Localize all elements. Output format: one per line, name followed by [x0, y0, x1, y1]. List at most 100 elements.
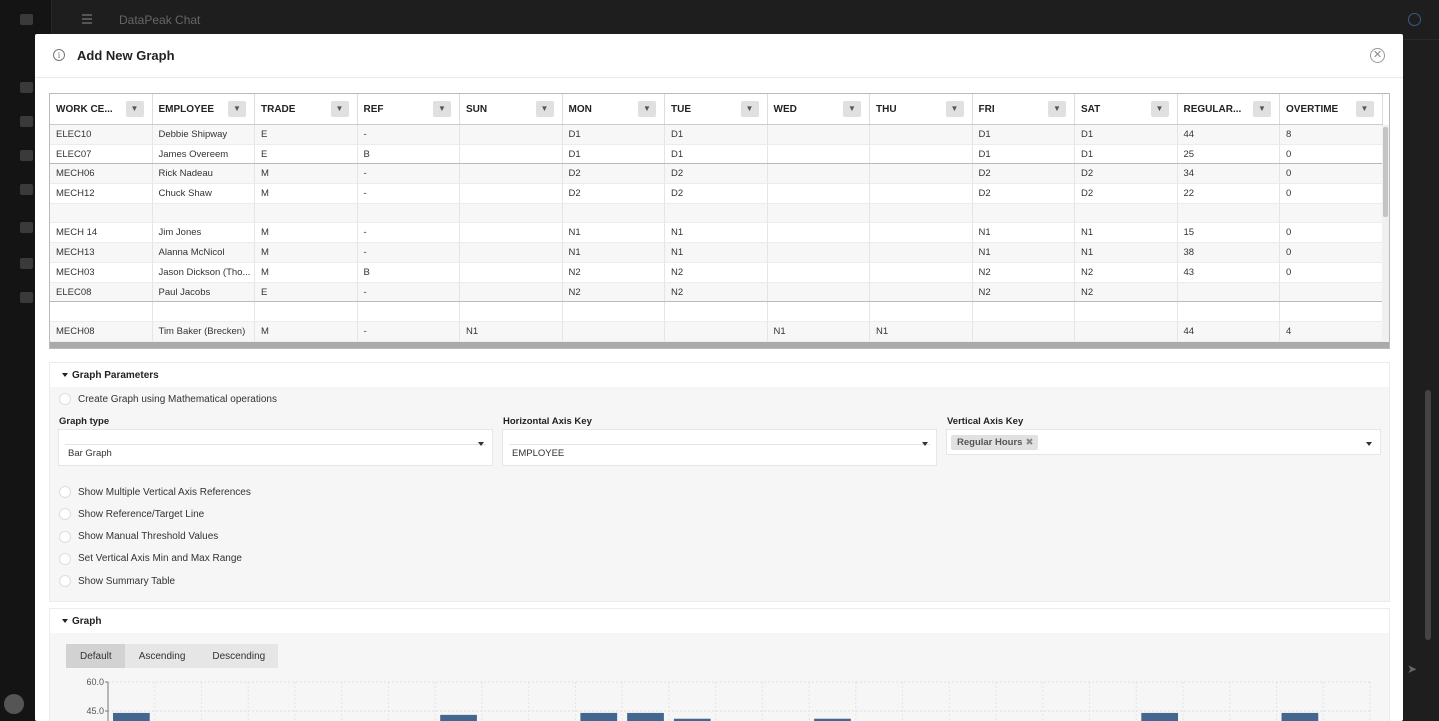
- option-checkbox[interactable]: [59, 486, 71, 498]
- table-row[interactable]: ELEC07 James Overeem E B D1 D1 D1 D1 25 0: [50, 144, 1383, 165]
- column-header[interactable]: WED ▼: [768, 94, 870, 124]
- filter-icon[interactable]: ▼: [638, 101, 656, 117]
- table-cell: N2: [1075, 282, 1178, 302]
- column-header[interactable]: TRADE ▼: [255, 94, 358, 124]
- math-ops-option[interactable]: Create Graph using Mathematical operatio…: [59, 393, 277, 405]
- table-cell: [870, 144, 973, 164]
- column-header-label: EMPLOYEE: [158, 104, 215, 115]
- column-header[interactable]: WORK CE... ▼: [50, 94, 153, 124]
- table-cell: B: [358, 262, 460, 282]
- filter-icon[interactable]: ▼: [1253, 101, 1271, 117]
- sort-default-button[interactable]: Default: [66, 644, 125, 668]
- table-cell: [563, 321, 665, 341]
- filter-icon[interactable]: ▼: [535, 101, 554, 117]
- table-cell: [50, 203, 153, 223]
- folder-icon: [20, 258, 33, 269]
- filter-icon[interactable]: ▼: [740, 101, 759, 117]
- table-cell: [665, 302, 768, 321]
- bar-chart: 60.0 45.0: [86, 677, 1371, 721]
- table-cell: N2: [665, 262, 768, 282]
- filter-icon[interactable]: ▼: [433, 101, 451, 117]
- table-cell: [768, 302, 870, 321]
- option-checkbox[interactable]: [59, 508, 71, 521]
- graph-option[interactable]: Show Summary Table: [59, 575, 175, 588]
- table-row[interactable]: MECH08 Tim Baker (Brecken) M - N1 N1 N1 44 4: [50, 321, 1383, 342]
- chip-remove-icon[interactable]: ✖: [1025, 437, 1033, 448]
- close-button[interactable]: ✕: [1370, 48, 1385, 63]
- graph-parameters-toggle[interactable]: Graph Parameters: [50, 363, 1389, 387]
- column-header[interactable]: SUN ▼: [460, 94, 563, 124]
- filter-icon[interactable]: ▼: [1355, 101, 1374, 117]
- table-row[interactable]: MECH 14 Jim Jones M - N1 N1 N1 N1 15 0: [50, 223, 1383, 244]
- filter-icon[interactable]: ▼: [1150, 101, 1169, 117]
- math-ops-checkbox[interactable]: [59, 393, 71, 405]
- close-icon: ✕: [1372, 49, 1383, 61]
- table-row[interactable]: ELEC08 Paul Jacobs E - N2 N2 N2 N2: [50, 282, 1383, 303]
- table-cell: M: [255, 321, 358, 341]
- layout-icon: [20, 184, 33, 195]
- horizontal-axis-select[interactable]: EMPLOYEE: [502, 429, 937, 466]
- column-header-label: REGULAR...: [1183, 104, 1242, 115]
- filter-icon[interactable]: ▼: [125, 101, 144, 117]
- option-checkbox[interactable]: [59, 552, 71, 565]
- table-cell: [153, 302, 255, 321]
- column-header[interactable]: MON ▼: [563, 94, 665, 124]
- table-row[interactable]: MECH03 Jason Dickson (Tho... M B N2 N2 N2 N2 43 0: [50, 262, 1383, 283]
- column-header[interactable]: SAT ▼: [1075, 94, 1178, 124]
- table-cell: [973, 302, 1075, 321]
- filter-icon[interactable]: ▼: [843, 101, 861, 117]
- filter-icon[interactable]: ▼: [330, 101, 349, 117]
- table-row[interactable]: [50, 302, 1383, 322]
- filter-icon[interactable]: ▼: [945, 101, 964, 117]
- column-header[interactable]: FRI ▼: [973, 94, 1075, 124]
- table-row[interactable]: ELEC10 Debbie Shipway E - D1 D1 D1 D1 44 8: [50, 125, 1383, 145]
- chevron-down-icon: [1366, 442, 1372, 446]
- filter-icon[interactable]: ▼: [228, 101, 246, 117]
- table-cell: Rick Nadeau: [153, 164, 255, 184]
- graph-option[interactable]: Show Multiple Vertical Axis References: [59, 486, 251, 498]
- table-cell: [768, 262, 870, 282]
- column-header[interactable]: EMPLOYEE ▼: [153, 94, 255, 124]
- table-row[interactable]: MECH13 Alanna McNicol M - N1 N1 N1 N1 38 0: [50, 243, 1383, 263]
- column-header[interactable]: TUE ▼: [665, 94, 768, 124]
- graph-type-select[interactable]: Bar Graph: [58, 429, 493, 466]
- table-cell: [358, 302, 460, 321]
- table-cell: [460, 223, 563, 243]
- table-row[interactable]: MECH06 Rick Nadeau M - D2 D2 D2 D2 34 0: [50, 164, 1383, 185]
- table-cell: Jim Jones: [153, 223, 255, 243]
- table-cell: -: [358, 184, 460, 203]
- grid-icon: [20, 116, 33, 127]
- grid-header-row: WORK CE... ▼ EMPLOYEE ▼ TRADE ▼ REF ▼ SUN ▼ MON ▼ TU…: [50, 94, 1383, 125]
- option-checkbox[interactable]: [59, 575, 71, 588]
- sort-descending-button[interactable]: Descending: [198, 644, 278, 668]
- sort-ascending-button[interactable]: Ascending: [125, 644, 199, 668]
- grid-vertical-scrollbar[interactable]: [1382, 125, 1389, 348]
- column-header[interactable]: REGULAR... ▼: [1178, 94, 1280, 124]
- column-header[interactable]: OVERTIME ▼: [1280, 94, 1383, 124]
- table-cell: MECH13: [50, 243, 153, 262]
- filter-icon[interactable]: ▼: [1048, 101, 1066, 117]
- y-tick-label: 45.0: [86, 706, 104, 716]
- table-cell: Tim Baker (Brecken): [153, 321, 255, 341]
- table-cell: [768, 203, 870, 223]
- table-cell: Jason Dickson (Tho...: [153, 262, 255, 282]
- table-row[interactable]: MECH12 Chuck Shaw M - D2 D2 D2 D2 22 0: [50, 184, 1383, 204]
- background-app-title: DataPeak Chat: [119, 13, 201, 27]
- table-row[interactable]: [50, 203, 1383, 224]
- table-cell: D2: [1075, 184, 1178, 203]
- grid-horizontal-scrollbar[interactable]: [50, 342, 1389, 348]
- vertical-axis-select[interactable]: Regular Hours ✖: [946, 429, 1381, 455]
- table-cell: [768, 243, 870, 262]
- table-cell: D1: [665, 144, 768, 164]
- table-cell: 0: [1280, 164, 1383, 184]
- graph-option[interactable]: Show Reference/Target Line: [59, 508, 204, 521]
- column-header[interactable]: THU ▼: [870, 94, 973, 124]
- graph-option[interactable]: Show Manual Threshold Values: [59, 530, 218, 543]
- graph-option[interactable]: Set Vertical Axis Min and Max Range: [59, 552, 242, 565]
- table-cell: [460, 164, 563, 184]
- grid-scroll-thumb[interactable]: [1383, 127, 1388, 217]
- column-header[interactable]: REF ▼: [358, 94, 460, 124]
- graph-toggle[interactable]: Graph: [50, 609, 1389, 633]
- table-cell: 0: [1280, 223, 1383, 243]
- option-checkbox[interactable]: [59, 530, 71, 543]
